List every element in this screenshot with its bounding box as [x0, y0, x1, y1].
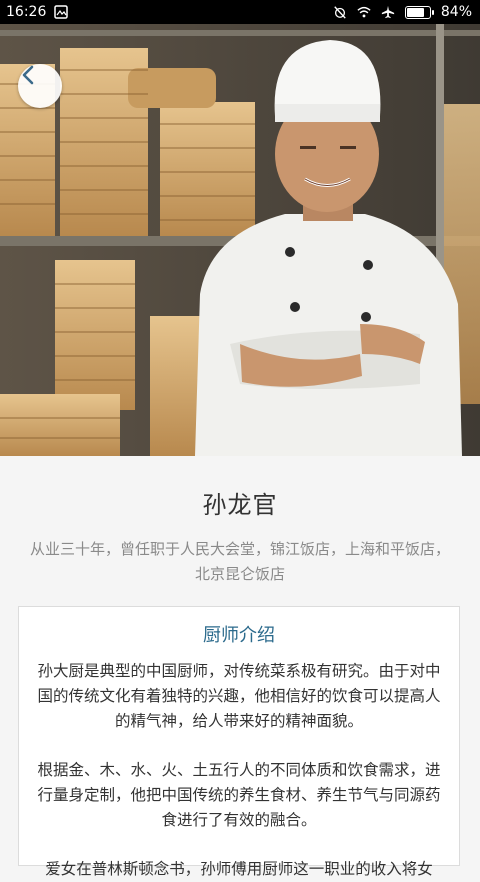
chevron-left-icon	[22, 65, 34, 85]
gallery-notification-icon	[54, 5, 69, 19]
chef-hero-image	[0, 24, 480, 456]
kitchen-photo-illustration	[0, 24, 480, 456]
airplane-mode-icon	[381, 5, 394, 19]
intro-paragraph: 爱女在普林斯顿念书，孙师傅用厨师这一职业的收入将女	[45, 860, 433, 878]
chef-bio: 从业三十年，曾任职于人民大会堂，锦江饭店，上海和平饭店，北京昆仑饭店	[30, 540, 451, 583]
back-button[interactable]	[18, 64, 62, 108]
status-time: 16:26	[6, 4, 47, 20]
status-bar: 16:26 84%	[0, 0, 480, 24]
battery-percent: 84%	[440, 4, 472, 20]
intro-paragraph: 孙大厨是典型的中国厨师，对传统菜系极有研究。由于对中国的传统文化有着独特的兴趣，…	[37, 662, 441, 730]
intro-title: 厨师介绍	[203, 625, 275, 646]
chef-name: 孙龙官	[202, 491, 278, 519]
intro-paragraph: 根据金、木、水、火、土五行人的不同体质和饮食需求，进行量身定制，他把中国传统的养…	[37, 761, 441, 829]
battery-icon	[404, 5, 434, 19]
wifi-icon	[357, 6, 371, 18]
chef-intro-card: 厨师介绍 孙大厨是典型的中国厨师，对传统菜系极有研究。由于对中国的传统文化有着独…	[18, 606, 460, 878]
alarm-off-icon	[334, 6, 346, 19]
